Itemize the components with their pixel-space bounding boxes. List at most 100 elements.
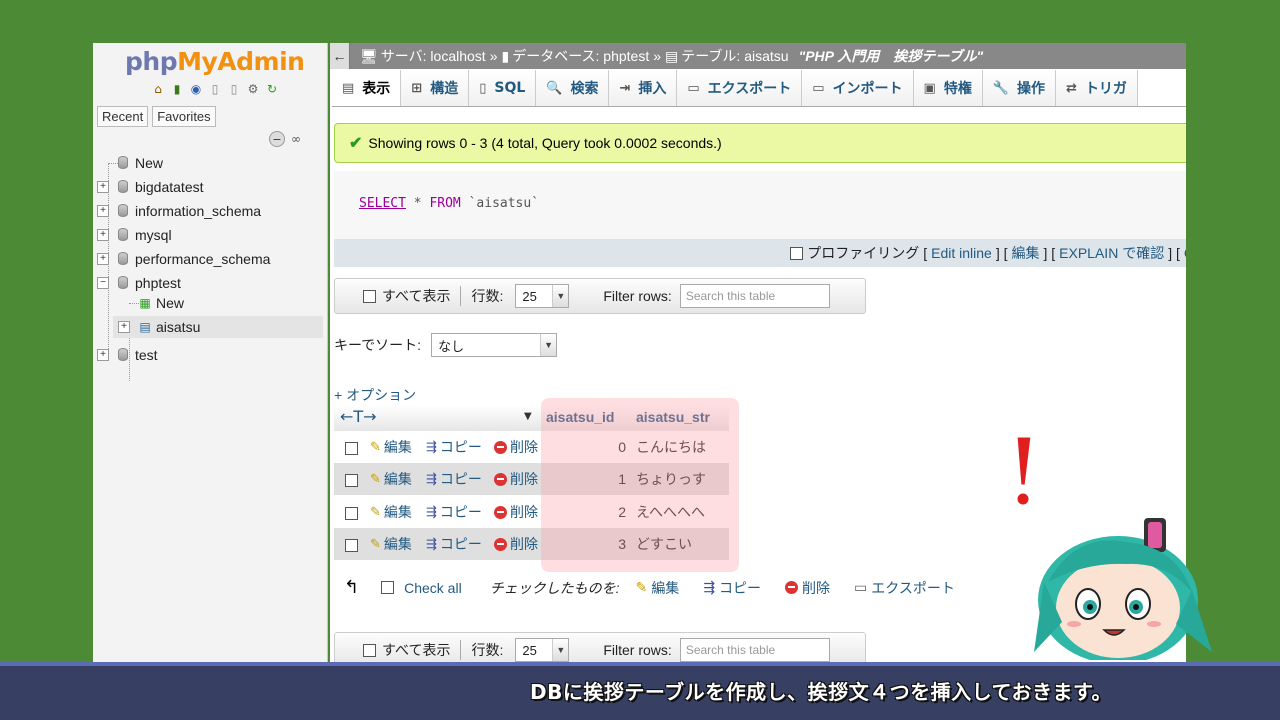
row-delete-button[interactable]: 削除 [494,437,538,457]
tree-item-test[interactable]: + test [93,344,328,366]
link-icon[interactable]: ∞ [288,131,304,147]
row-checkbox[interactable] [345,442,358,455]
sort-dropdown-icon[interactable]: ▼ [524,411,532,422]
tree-item-performance-schema[interactable]: + performance_schema [93,248,328,270]
expand-icon[interactable]: + [118,321,130,333]
pencil-icon: ✎ [370,504,381,519]
collapse-icon[interactable]: − [97,277,109,289]
tab-import[interactable]: ▭ インポート [802,70,914,106]
query-options-bar: プロファイリング [Edit inline] [編集] [EXPLAIN で確認… [334,239,1186,267]
tab-label: インポート [832,81,903,97]
collapse-all-icon[interactable]: − [269,131,285,147]
tree-item-information-schema[interactable]: + information_schema [93,200,328,222]
bulk-edit-button[interactable]: ✎ 編集 [636,578,680,598]
tree-item-mysql[interactable]: + mysql [93,224,328,246]
tab-insert[interactable]: ⇥ 挿入 [609,70,678,106]
tab-triggers[interactable]: ⇄ トリガ [1056,70,1138,106]
database-icon: ▮ [501,47,510,64]
copy-icon: ⇶ [426,536,437,551]
recent-tab[interactable]: Recent [97,106,149,127]
rows-label: 行数: [471,642,504,658]
settings-icon[interactable]: ⚙ [245,81,261,97]
expand-icon[interactable]: + [97,181,109,193]
sort-by-key: キーでソート: なし ▼ [334,333,558,357]
rows-label: 行数: [471,288,504,304]
tree-item-new-table[interactable]: ▦ New [93,292,328,314]
back-arrow-icon[interactable]: ← [330,43,350,69]
docs2-icon[interactable]: ▯ [226,81,242,97]
tab-operations[interactable]: 🔧 操作 [982,70,1057,106]
row-delete-button[interactable]: 削除 [494,502,538,522]
tree-item-bigdatatest[interactable]: + bigdatatest [93,176,328,198]
expand-icon[interactable]: + [97,229,109,241]
row-copy-button[interactable]: ⇶ コピー [426,502,482,522]
check-all-label[interactable]: Check all [404,580,462,596]
options-link[interactable]: + オプション [334,385,416,405]
tab-browse[interactable]: ▤ 表示 [332,70,402,106]
sql-query[interactable]: SELECT * FROM `aisatsu` [359,196,539,211]
breadcrumb-table[interactable]: ▤ テーブル: aisatsu [665,46,789,66]
tab-structure[interactable]: ⊞ 構造 [401,70,470,106]
bulk-copy-button[interactable]: ⇶ コピー [703,578,761,598]
row-checkbox[interactable] [345,474,358,487]
check-all-checkbox[interactable] [381,581,395,594]
tab-privileges[interactable]: ▣ 特権 [913,70,983,106]
tab-label: エクスポート [707,81,792,97]
column-arrows-icon[interactable]: ←T→ [340,407,377,426]
chevron-down-icon: ▼ [552,285,569,307]
bulk-edit-label: 編集 [651,579,680,596]
tree-label: New [156,295,185,311]
data-highlight-overlay [541,398,739,572]
row-edit-button[interactable]: ✎ 編集 [370,469,412,489]
bulk-delete-button[interactable]: 削除 [785,578,830,598]
rows-select[interactable]: 25 ▼ [515,284,570,308]
expand-icon[interactable]: + [97,349,109,361]
expand-icon[interactable]: + [97,205,109,217]
tab-export[interactable]: ▭ エクスポート [677,70,803,106]
show-all-checkbox[interactable] [363,643,376,657]
profiling-checkbox[interactable] [790,246,804,260]
explain-link[interactable]: EXPLAIN で確認 [1059,243,1164,263]
bracket: [ [923,245,928,261]
breadcrumb-server[interactable]: 🖥 サーバ: localhost [360,46,486,66]
tree-label: performance_schema [135,251,271,267]
breadcrumb-database[interactable]: ▮ データベース: phptest [501,46,649,66]
row-copy-button[interactable]: ⇶ コピー [426,437,482,457]
row-copy-button[interactable]: ⇶ コピー [426,534,482,554]
row-delete-button[interactable]: 削除 [494,534,538,554]
tab-sql[interactable]: ▯ SQL [469,70,537,106]
filter-input[interactable]: Search this table [679,638,830,662]
tab-label: トリガ [1084,81,1127,97]
row-checkbox[interactable] [345,507,358,520]
row-edit-button[interactable]: ✎ 編集 [370,437,412,457]
row-edit-button[interactable]: ✎ 編集 [370,502,412,522]
home-icon[interactable]: ⌂ [150,81,166,97]
sql-select-keyword[interactable]: SELECT [359,196,406,211]
row-copy-button[interactable]: ⇶ コピー [426,469,482,489]
bulk-export-button[interactable]: ▭ エクスポート [854,578,955,598]
tree-item-aisatsu[interactable]: + ▤ aisatsu [113,316,323,338]
show-all-checkbox[interactable] [363,289,376,303]
phpmyadmin-logo[interactable]: phpMyAdmin [125,47,305,76]
tab-search[interactable]: 🔍 検索 [536,70,610,106]
edit-link[interactable]: 編集 [1012,243,1040,263]
database-icon [118,180,128,193]
expand-icon[interactable]: + [97,253,109,265]
browse-icon: ▤ [342,80,355,96]
row-edit-button[interactable]: ✎ 編集 [370,534,412,554]
row-delete-button[interactable]: 削除 [494,469,538,489]
filter-input[interactable]: Search this table [679,284,830,308]
edit-inline-link[interactable]: Edit inline [931,245,992,261]
sort-select[interactable]: なし ▼ [431,333,558,357]
rows-select[interactable]: 25 ▼ [515,638,570,662]
tree-item-phptest[interactable]: − phptest [93,272,328,294]
create-php-link[interactable]: C [1184,245,1186,261]
help-icon[interactable]: ◉ [188,81,204,97]
reload-icon[interactable]: ↻ [264,81,280,97]
logout-icon[interactable]: ▮ [169,81,185,97]
row-checkbox[interactable] [345,539,358,552]
docs-icon[interactable]: ▯ [207,81,223,97]
tree-item-new[interactable]: New [93,152,328,174]
breadcrumb-separator: » [653,48,662,64]
favorites-tab[interactable]: Favorites [152,106,216,127]
